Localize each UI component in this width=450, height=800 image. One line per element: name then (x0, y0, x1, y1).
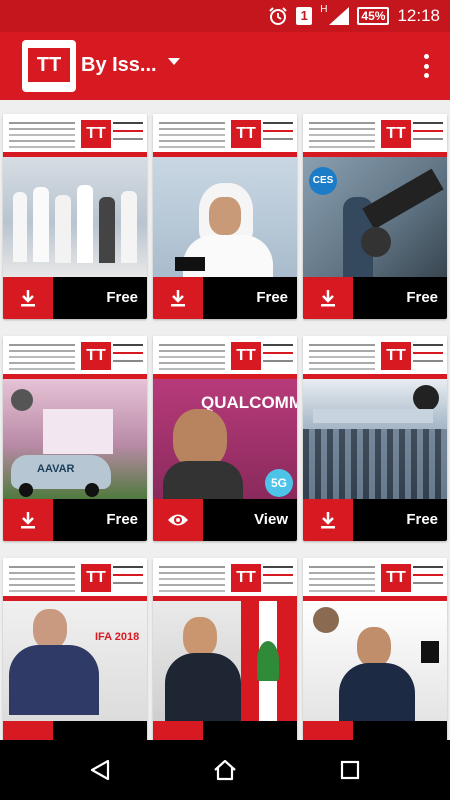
price-label: Free (106, 511, 138, 528)
cover-photo (153, 157, 297, 277)
app-logo[interactable]: TT (22, 40, 76, 92)
card-footer: Free (303, 499, 447, 541)
magazine-card[interactable]: TT CES Free (303, 114, 447, 319)
magazine-card[interactable]: TT (303, 558, 447, 740)
download-button[interactable] (153, 721, 203, 740)
price-label: Free (406, 289, 438, 306)
magazine-card[interactable]: TT IFA 2018 (3, 558, 147, 740)
back-icon (90, 759, 110, 781)
sim-badge: 1 (296, 7, 313, 25)
tt-logo: TT (381, 342, 411, 370)
ifa-text: IFA 2018 (95, 631, 140, 643)
magazine-cover[interactable]: TT (303, 336, 447, 499)
magazine-cover[interactable]: TT (153, 114, 297, 277)
magazine-card[interactable]: TT QUALCOMM 5G View (153, 336, 297, 541)
tt-logo: TT (381, 564, 411, 592)
magazine-card[interactable]: TT AAVAR Free (3, 336, 147, 541)
app-logo-mark: TT (28, 48, 70, 82)
home-button[interactable] (209, 754, 241, 786)
magazine-cover[interactable]: TT (303, 558, 447, 721)
chevron-down-icon[interactable] (168, 58, 180, 65)
download-button[interactable] (303, 721, 353, 740)
download-icon (171, 290, 185, 307)
download-button[interactable] (3, 721, 53, 740)
cover-photo: IFA 2018 (3, 601, 147, 721)
cover-photo: AAVAR (3, 379, 147, 499)
view-icon (168, 514, 188, 526)
tt-logo: TT (231, 120, 261, 148)
navigation-bar (0, 740, 450, 800)
card-footer: View (153, 499, 297, 541)
qualcomm-text: QUALCOMM (201, 393, 297, 412)
issue-filter-dropdown[interactable]: By Iss... (81, 54, 157, 77)
price-label: Free (106, 289, 138, 306)
cover-photo (303, 379, 447, 499)
fiveg-badge: 5G (265, 469, 293, 497)
download-icon (21, 290, 35, 307)
tt-logo: TT (81, 564, 111, 592)
card-footer: Free (303, 277, 447, 319)
home-icon (214, 759, 236, 781)
magazine-cover[interactable]: TT QUALCOMM 5G (153, 336, 297, 499)
tt-logo: TT (81, 120, 111, 148)
network-type: H (320, 4, 328, 15)
battery-icon: 45% (357, 7, 390, 25)
recents-button[interactable] (334, 754, 366, 786)
download-icon (321, 290, 335, 307)
cover-photo (303, 601, 447, 721)
magazine-cover[interactable]: TT (153, 558, 297, 721)
magazine-cover[interactable]: TT (3, 114, 147, 277)
card-footer: Free (153, 277, 297, 319)
app-bar: TT By Iss... (0, 32, 450, 100)
price-label: Free (406, 511, 438, 528)
back-button[interactable] (84, 754, 116, 786)
magazine-cover[interactable]: TT IFA 2018 (3, 558, 147, 721)
signal-icon (329, 7, 350, 25)
ces-badge: CES (309, 167, 337, 195)
status-icons: 1 H 45% 12:18 (268, 0, 440, 32)
download-icon (321, 512, 335, 529)
price-label: View (254, 511, 288, 528)
magazine-cover[interactable]: TT CES (303, 114, 447, 277)
cover-photo (3, 157, 147, 277)
clock: 12:18 (397, 6, 440, 25)
magazine-card[interactable]: TT Free (153, 114, 297, 319)
card-footer (3, 721, 147, 740)
cover-photo (153, 601, 297, 721)
price-label: Free (256, 289, 288, 306)
status-bar: 1 H 45% 12:18 (0, 0, 450, 32)
overflow-menu-icon[interactable] (424, 54, 430, 78)
page-title: By Iss... (81, 54, 157, 76)
magazine-cover[interactable]: TT AAVAR (3, 336, 147, 499)
cover-photo: QUALCOMM 5G (153, 379, 297, 499)
tt-logo: TT (81, 342, 111, 370)
download-button[interactable] (153, 277, 203, 319)
download-button[interactable] (303, 277, 353, 319)
alarm-icon (269, 7, 287, 25)
view-button[interactable] (153, 499, 203, 541)
magazine-card[interactable]: TT (153, 558, 297, 740)
download-button[interactable] (3, 499, 53, 541)
download-button[interactable] (303, 499, 353, 541)
car-text: AAVAR (37, 463, 75, 475)
tt-logo: TT (231, 564, 261, 592)
download-icon (21, 512, 35, 529)
magazine-card[interactable]: TT Free (303, 336, 447, 541)
magazine-grid: TT Free TT Free TT CES Free TT AAVAR Fre… (0, 100, 450, 740)
magazine-card[interactable]: TT Free (3, 114, 147, 319)
battery-level: 45% (361, 9, 386, 23)
tt-logo: TT (231, 342, 261, 370)
card-footer (153, 721, 297, 740)
recents-icon (340, 760, 360, 780)
download-button[interactable] (3, 277, 53, 319)
card-footer: Free (3, 277, 147, 319)
card-footer (303, 721, 447, 740)
cover-photo: CES (303, 157, 447, 277)
card-footer: Free (3, 499, 147, 541)
tt-logo: TT (381, 120, 411, 148)
